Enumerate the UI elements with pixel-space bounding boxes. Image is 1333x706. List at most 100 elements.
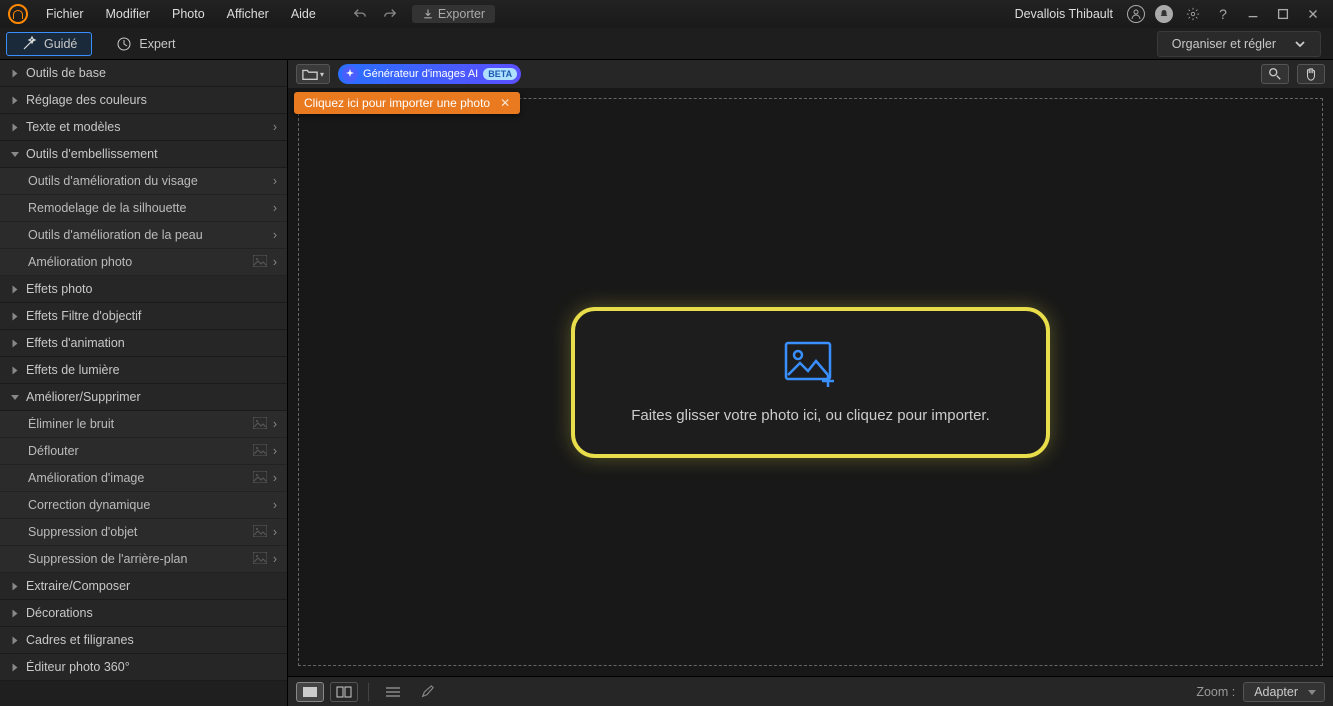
sidebar-item[interactable]: Effets d'animation [0,330,287,357]
sidebar-item[interactable]: Outils d'amélioration de la peau› [0,222,287,249]
ai-badge-icon [248,471,267,486]
sidebar-item-label: Outils de base [26,66,277,80]
minimize-button[interactable] [1241,4,1265,24]
sidebar-item[interactable]: Effets photo [0,276,287,303]
mode-guided-label: Guidé [44,37,77,51]
chevron-right-icon: › [267,498,277,512]
pan-tool-button[interactable] [1297,64,1325,84]
sidebar-item-label: Réglage des couleurs [26,93,277,107]
sidebar-item[interactable]: Effets Filtre d'objectif [0,303,287,330]
sidebar-item[interactable]: Outils de base [0,60,287,87]
sidebar-item[interactable]: Améliorer/Supprimer [0,384,287,411]
view-single-button[interactable] [296,682,324,702]
sidebar-item[interactable]: Suppression d'objet› [0,519,287,546]
sidebar-item[interactable]: Amélioration d'image › [0,465,287,492]
help-icon[interactable]: ? [1211,4,1235,24]
sidebar-item[interactable]: Éditeur photo 360° [0,654,287,681]
organiser-label: Organiser et régler [1172,37,1276,51]
brush-button[interactable] [413,682,441,702]
expand-arrow-icon [10,68,20,78]
beta-badge: BETA [483,68,517,80]
bottom-bar: Zoom : Adapter [288,676,1333,706]
mode-guided-button[interactable]: Guidé [6,32,92,56]
chevron-right-icon: › [267,120,277,134]
zoom-label: Zoom : [1196,685,1235,699]
sidebar-item[interactable]: Remodelage de la silhouette› [0,195,287,222]
wand-icon [21,36,37,52]
user-name: Devallois Thibault [1015,7,1113,21]
sidebar-item[interactable]: Texte et modèles› [0,114,287,141]
sidebar-item[interactable]: Éliminer le bruit› [0,411,287,438]
close-button[interactable] [1301,4,1325,24]
organiser-button[interactable]: Organiser et régler [1157,31,1321,57]
sidebar-item-label: Éditeur photo 360° [26,660,277,674]
sidebar-item-label: Amélioration d'image [28,471,248,485]
mode-expert-label: Expert [139,37,175,51]
ai-badge-icon [248,417,267,432]
redo-button[interactable] [378,4,402,24]
ai-badge-icon [248,255,267,270]
ai-badge-icon [248,552,267,567]
import-tooltip: Cliquez ici pour importer une photo ✕ [294,92,520,114]
sidebar-item-label: Outils d'embellissement [26,147,277,161]
user-icon[interactable] [1127,5,1145,23]
folder-icon [302,67,318,81]
sidebar-item-label: Déflouter [28,444,248,458]
sidebar-item-label: Suppression de l'arrière-plan [28,552,248,566]
hand-icon [1304,67,1318,81]
zoom-value: Adapter [1254,685,1298,699]
ai-generator-button[interactable]: Générateur d'images AI BETA [338,64,521,84]
sidebar-item[interactable]: Déflouter› [0,438,287,465]
zoom-tool-button[interactable] [1261,64,1289,84]
sidebar-item[interactable]: Amélioration photo› [0,249,287,276]
sidebar-item[interactable]: Réglage des couleurs [0,87,287,114]
app-logo [8,4,28,24]
chevron-right-icon: › [267,471,277,485]
open-folder-button[interactable]: ▾ [296,64,330,84]
sidebar-item[interactable]: Effets de lumière [0,357,287,384]
canvas-area: ▾ Générateur d'images AI BETA Cliquez ic… [288,60,1333,706]
expand-arrow-icon [10,95,20,105]
export-button[interactable]: Exporter [412,5,495,23]
undo-button[interactable] [348,4,372,24]
sidebar-item-label: Cadres et filigranes [26,633,277,647]
sidebar-item-label: Décorations [26,606,277,620]
dropdown-caret-icon: ▾ [320,70,324,79]
ai-badge-icon [248,444,267,459]
list-button[interactable] [379,682,407,702]
sidebar-item-label: Texte et modèles [26,120,267,134]
menu-afficher[interactable]: Afficher [219,4,277,24]
sidebar-item-label: Amélioration photo [28,255,248,269]
sidebar-item[interactable]: Extraire/Composer [0,573,287,600]
maximize-button[interactable] [1271,4,1295,24]
sidebar-item-label: Remodelage de la silhouette [28,201,267,215]
expand-arrow-icon [10,392,20,402]
sidebar-item[interactable]: Cadres et filigranes [0,627,287,654]
sliders-icon [116,36,132,52]
settings-icon[interactable] [1181,4,1205,24]
expand-arrow-icon [10,581,20,591]
menu-aide[interactable]: Aide [283,4,324,24]
menu-photo[interactable]: Photo [164,4,213,24]
tooltip-text: Cliquez ici pour importer une photo [304,96,490,110]
sidebar-item[interactable]: Décorations [0,600,287,627]
canvas-dropzone[interactable]: Faites glisser votre photo ici, ou cliqu… [298,98,1323,666]
sidebar-item[interactable]: Correction dynamique› [0,492,287,519]
view-split-button[interactable] [330,682,358,702]
mode-expert-button[interactable]: Expert [102,33,189,55]
menu-modifier[interactable]: Modifier [98,4,158,24]
bell-icon[interactable] [1155,5,1173,23]
menu-fichier[interactable]: Fichier [38,4,92,24]
sidebar-item[interactable]: Suppression de l'arrière-plan› [0,546,287,573]
sidebar-item[interactable]: Outils d'amélioration du visage› [0,168,287,195]
expand-arrow-icon [10,365,20,375]
chevron-right-icon: › [267,417,277,431]
canvas-toolbar: ▾ Générateur d'images AI BETA Cliquez ic… [288,60,1333,88]
tooltip-close-button[interactable]: ✕ [500,96,510,110]
export-label: Exporter [438,7,485,21]
zoom-select[interactable]: Adapter [1243,682,1325,702]
chevron-right-icon: › [267,228,277,242]
sidebar: Outils de base Réglage des couleurs Texte … [0,60,288,706]
sidebar-item[interactable]: Outils d'embellissement [0,141,287,168]
import-box[interactable]: Faites glisser votre photo ici, ou cliqu… [571,307,1050,458]
